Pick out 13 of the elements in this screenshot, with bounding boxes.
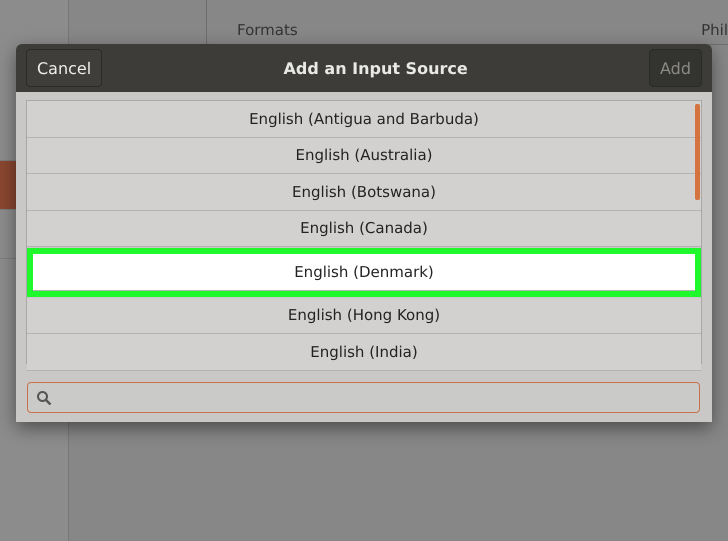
search-icon [36, 390, 52, 406]
language-row[interactable]: English (Canada) [27, 210, 701, 247]
dialog-title: Add an Input Source [284, 58, 468, 78]
language-row[interactable]: English (Hong Kong) [27, 298, 701, 334]
scrollbar[interactable] [695, 104, 700, 200]
formats-label: Formats [237, 23, 298, 38]
cancel-button[interactable]: Cancel [26, 49, 102, 87]
language-row[interactable]: English (Australia) [27, 138, 701, 174]
language-row[interactable]: English (Antigua and Barbuda) [27, 101, 701, 138]
language-row[interactable]: English (Botswana) [27, 174, 701, 210]
search-field[interactable] [27, 382, 700, 413]
language-row[interactable]: English (India) [27, 334, 701, 370]
formats-value: Phil [701, 23, 728, 38]
